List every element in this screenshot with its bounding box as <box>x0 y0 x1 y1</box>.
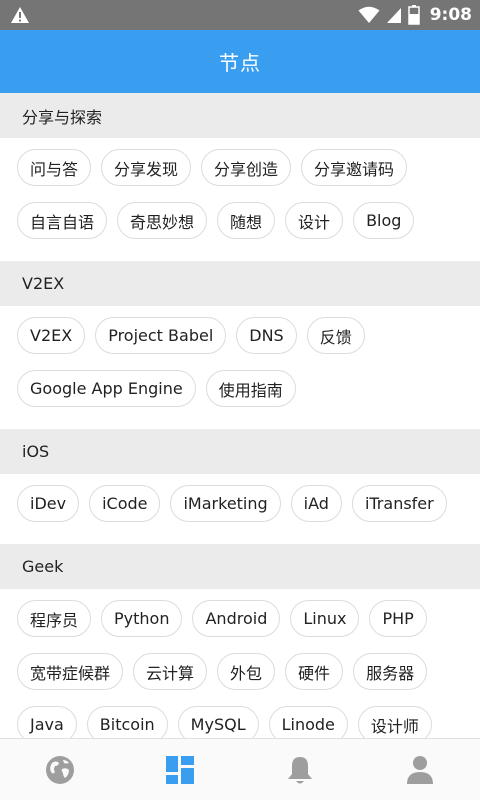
node-tag[interactable]: 问与答 <box>17 149 92 186</box>
node-tag[interactable]: Linode <box>268 706 348 738</box>
signal-icon <box>386 8 401 23</box>
node-tag[interactable]: Blog <box>353 202 415 239</box>
sections-container: 分享与探索 问与答 分享发现 分享创造 分享邀请码 自言自语 奇思妙想 随想 设计 Blog V2E… <box>0 93 480 738</box>
node-tag[interactable]: 程序员 <box>17 600 92 637</box>
node-tag[interactable]: 自言自语 <box>17 202 108 239</box>
section-header: V2EX <box>0 261 480 306</box>
node-tag[interactable]: 设计 <box>285 202 344 239</box>
tag-group: iDev iCode iMarketing iAd iTransfer <box>0 474 480 544</box>
node-tag[interactable]: 分享发现 <box>101 149 192 186</box>
node-tag[interactable]: PHP <box>369 600 427 637</box>
node-tag[interactable]: 使用指南 <box>205 370 296 407</box>
node-tag[interactable]: iMarketing <box>170 485 281 522</box>
battery-icon <box>407 5 420 25</box>
node-tag[interactable]: Android <box>192 600 281 637</box>
node-tag[interactable]: Bitcoin <box>86 706 168 738</box>
node-tag[interactable]: 云计算 <box>133 653 208 690</box>
node-tag[interactable]: Google App Engine <box>17 370 196 407</box>
node-tag[interactable]: DNS <box>236 317 297 354</box>
tag-group: 问与答 分享发现 分享创造 分享邀请码自言自语 奇思妙想 随想 设计 Blog <box>0 138 480 261</box>
node-tag[interactable]: 硬件 <box>285 653 344 690</box>
node-tag[interactable]: Linux <box>290 600 360 637</box>
warning-icon <box>11 7 29 23</box>
bell-icon <box>288 756 312 783</box>
node-tag[interactable]: 设计师 <box>357 706 432 738</box>
globe-icon <box>46 755 74 784</box>
nav-item-profile[interactable] <box>360 739 480 800</box>
page-title: 节点 <box>219 51 261 75</box>
status-bar: 9:08 <box>0 0 480 30</box>
section-header: Geek <box>0 544 480 589</box>
node-tag[interactable]: V2EX <box>17 317 86 354</box>
node-tag[interactable]: iTransfer <box>351 485 447 522</box>
person-icon <box>407 755 433 784</box>
node-tag[interactable]: MySQL <box>177 706 259 738</box>
wifi-icon <box>358 6 380 23</box>
tag-group: 程序员 Python Android Linux PHP 宽带症候群 云计算 外包 硬件 服务器 J… <box>0 589 480 738</box>
node-tag[interactable]: 分享邀请码 <box>301 149 408 186</box>
app-bar: 节点 <box>0 30 480 93</box>
nav-item-explore[interactable] <box>0 739 120 800</box>
node-tag[interactable]: iAd <box>290 485 342 522</box>
node-list[interactable]: 分享与探索 问与答 分享发现 分享创造 分享邀请码 自言自语 奇思妙想 随想 设计 Blog V2E… <box>0 93 480 738</box>
node-tag[interactable]: iDev <box>17 485 80 522</box>
node-tag[interactable]: Project Babel <box>95 317 227 354</box>
node-tag[interactable]: 分享创造 <box>201 149 292 186</box>
node-tag[interactable]: 服务器 <box>353 653 428 690</box>
nav-item-notifications[interactable] <box>240 739 360 800</box>
node-tag[interactable]: iCode <box>89 485 161 522</box>
node-tag[interactable]: 随想 <box>217 202 276 239</box>
bottom-nav <box>0 738 480 800</box>
status-time: 9:08 <box>429 5 472 25</box>
node-tag[interactable]: 宽带症候群 <box>17 653 124 690</box>
node-tag[interactable]: Java <box>17 706 77 738</box>
tag-group: V2EX Project Babel DNS 反馈 Google App Engine 使… <box>0 306 480 429</box>
node-tag[interactable]: 外包 <box>217 653 276 690</box>
node-tag[interactable]: 奇思妙想 <box>117 202 208 239</box>
section-header: 分享与探索 <box>0 93 480 138</box>
node-tag[interactable]: Python <box>101 600 183 637</box>
section-header: iOS <box>0 429 480 474</box>
node-tag[interactable]: 反馈 <box>306 317 365 354</box>
nodes-grid-icon <box>166 755 194 784</box>
nav-item-nodes[interactable] <box>120 739 240 800</box>
